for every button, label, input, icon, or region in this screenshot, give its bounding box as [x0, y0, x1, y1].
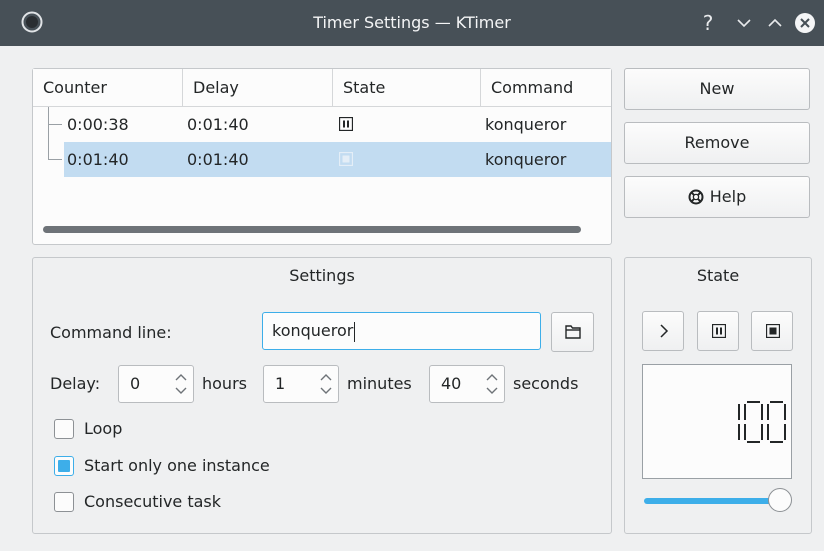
loop-label[interactable]: Loop	[84, 417, 122, 441]
delay-cell: 0:01:40	[187, 115, 249, 134]
command-line-label: Command line:	[50, 323, 172, 342]
seconds-value: 40	[441, 374, 462, 393]
folder-open-icon	[565, 325, 581, 339]
spin-arrows-icon[interactable]	[485, 371, 499, 397]
column-header-state[interactable]: State	[333, 69, 481, 106]
start-button[interactable]	[642, 311, 684, 351]
minutes-value: 1	[275, 374, 286, 393]
hours-value: 0	[130, 374, 141, 393]
column-header-counter[interactable]: Counter	[33, 69, 183, 106]
hours-spinbox[interactable]: 0	[118, 365, 194, 403]
table-row[interactable]: 0:00:38 0:01:40 konqueror	[33, 107, 611, 142]
delay-cell: 0:01:40	[187, 150, 249, 169]
counter-slider-track[interactable]	[644, 498, 784, 504]
counter-cell: 0:01:40	[67, 150, 129, 169]
spin-arrows-icon[interactable]	[319, 371, 333, 397]
scrollbar-thumb[interactable]	[43, 226, 581, 233]
help-button-label: Help	[709, 187, 747, 206]
settings-group-title: Settings	[289, 266, 355, 285]
loop-checkbox[interactable]	[54, 419, 74, 439]
table-header: Counter Delay State Command	[33, 69, 611, 107]
pause-state-icon	[339, 117, 353, 131]
browse-button[interactable]	[551, 312, 594, 352]
stop-button[interactable]	[751, 311, 793, 351]
consecutive-task-checkbox[interactable]	[54, 492, 74, 512]
title-bar[interactable]: Timer Settings — KTimer ?	[0, 0, 824, 46]
remove-button[interactable]: Remove	[624, 122, 810, 164]
command-cell: konqueror	[485, 115, 567, 134]
seconds-spinbox[interactable]: 40	[429, 365, 505, 403]
pause-icon	[712, 324, 726, 338]
maximize-icon[interactable]	[764, 12, 786, 34]
counter-slider-handle[interactable]	[768, 488, 792, 512]
column-header-command[interactable]: Command	[481, 69, 611, 106]
column-header-delay[interactable]: Delay	[183, 69, 333, 106]
close-icon[interactable]	[794, 12, 816, 34]
help-icon[interactable]: ?	[697, 12, 719, 34]
spin-arrows-icon[interactable]	[174, 371, 188, 397]
command-cell: konqueror	[485, 150, 567, 169]
pause-button[interactable]	[697, 311, 739, 351]
consecutive-task-label[interactable]: Consecutive task	[84, 490, 221, 514]
minimize-icon[interactable]	[733, 12, 755, 34]
new-button[interactable]: New	[624, 68, 810, 110]
one-instance-checkbox[interactable]	[54, 456, 74, 476]
lcd-counter-display	[642, 364, 792, 479]
command-line-value: konqueror	[272, 321, 354, 340]
hours-unit-label: hours	[202, 374, 247, 393]
lifebuoy-icon	[688, 189, 704, 205]
stop-state-icon	[339, 152, 353, 166]
stop-icon	[766, 324, 780, 338]
play-icon	[660, 324, 669, 338]
help-button[interactable]: Help	[624, 176, 810, 218]
minutes-spinbox[interactable]: 1	[263, 365, 339, 403]
one-instance-label[interactable]: Start only one instance	[84, 454, 270, 478]
text-cursor	[354, 321, 356, 342]
minutes-unit-label: minutes	[347, 374, 412, 393]
command-line-input[interactable]: konqueror	[262, 312, 541, 350]
counter-cell: 0:00:38	[67, 115, 129, 134]
table-row[interactable]: 0:01:40 0:01:40 konqueror	[33, 142, 611, 177]
horizontal-scrollbar[interactable]	[43, 226, 591, 233]
timer-list[interactable]: Counter Delay State Command 0:00:38 0:01…	[32, 68, 612, 245]
state-group-title: State	[696, 266, 740, 285]
delay-label: Delay:	[50, 374, 101, 393]
lcd-digits	[738, 401, 786, 443]
seconds-unit-label: seconds	[513, 374, 579, 393]
